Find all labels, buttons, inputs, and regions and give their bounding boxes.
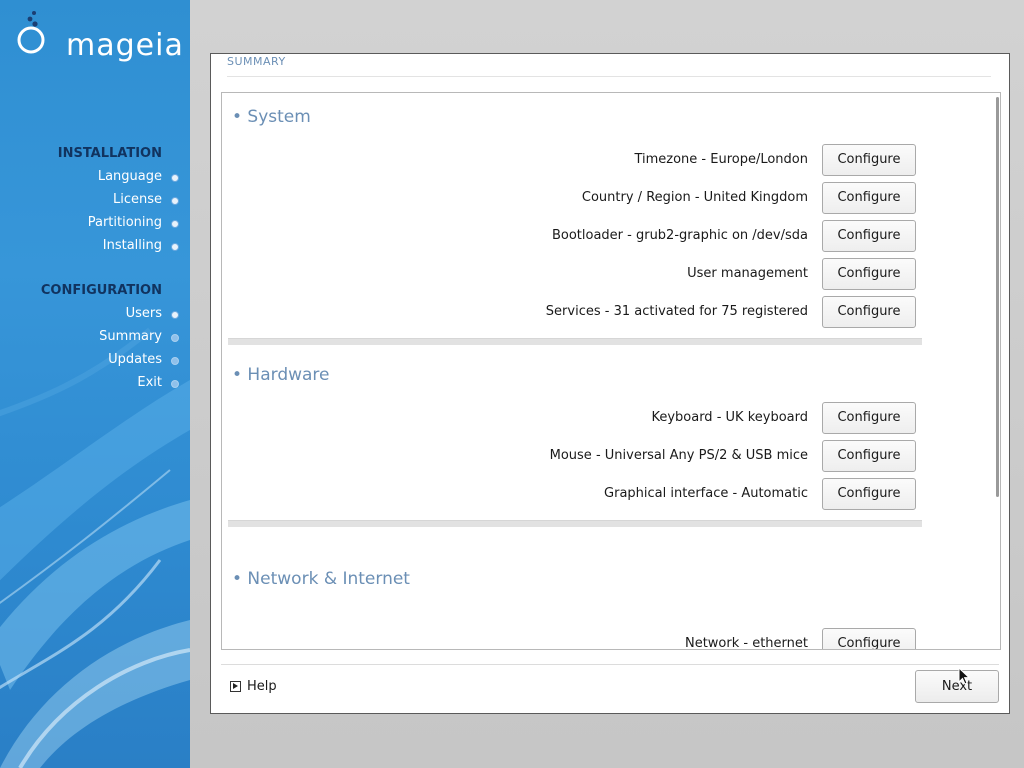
step-dot-icon [171, 197, 179, 205]
nav-item-users: Users [125, 306, 179, 321]
mouse-pointer-icon [958, 667, 971, 685]
configure-bootloader-button[interactable]: Configure [822, 220, 916, 252]
step-dot-icon [171, 380, 179, 388]
section-title-network: • Network & Internet [232, 569, 410, 589]
step-dot-icon [171, 220, 179, 228]
configure-mouse-button[interactable]: Configure [822, 440, 916, 472]
nav-item-label: License [112, 192, 162, 207]
nav-heading-installation: INSTALLATION [57, 146, 162, 161]
nav-item-label: Installing [102, 238, 162, 253]
nav-item-language: Language [97, 169, 179, 184]
nav-item-label: Updates [108, 352, 162, 367]
sidebar: mageia INSTALLATION Language License Par… [0, 0, 190, 768]
summary-label-bootloader: Bootloader - grub2-graphic on /dev/sda [551, 228, 808, 243]
nav-item-license: License [112, 192, 179, 207]
summary-label-graphical: Graphical interface - Automatic [604, 486, 808, 501]
nav-item-summary: Summary [99, 329, 179, 344]
vertical-scrollbar[interactable] [996, 97, 999, 497]
nav-item-label: Partitioning [87, 215, 162, 230]
summary-dialog: SUMMARY • System Timezone - Europe/Londo… [210, 53, 1010, 714]
nav-item-label: Exit [137, 375, 162, 390]
title-divider [227, 76, 991, 77]
summary-label-timezone: Timezone - Europe/London [634, 152, 808, 167]
help-label: Help [247, 679, 277, 694]
step-dot-icon [171, 334, 179, 342]
expander-arrow-icon [230, 681, 241, 692]
nav-heading-configuration: CONFIGURATION [40, 283, 162, 298]
summary-scroll-panel[interactable]: • System Timezone - Europe/London Config… [221, 92, 1001, 650]
section-separator [228, 338, 922, 345]
configure-keyboard-button[interactable]: Configure [822, 402, 916, 434]
summary-label-network: Network - ethernet [684, 636, 808, 650]
nav-item-partitioning: Partitioning [87, 215, 179, 230]
summary-label-services: Services - 31 activated for 75 registere… [545, 304, 808, 319]
nav-item-installing: Installing [102, 238, 179, 253]
step-dot-icon [171, 311, 179, 319]
configure-users-button[interactable]: Configure [822, 258, 916, 290]
configure-services-button[interactable]: Configure [822, 296, 916, 328]
logo-text: mageia [66, 28, 184, 63]
mageia-logo-icon [17, 11, 45, 54]
nav-item-label: Language [97, 169, 162, 184]
summary-label-user-management: User management [687, 266, 808, 281]
next-button[interactable]: Next [915, 670, 999, 703]
step-dot-icon [171, 357, 179, 365]
summary-label-keyboard: Keyboard - UK keyboard [651, 410, 808, 425]
section-separator [228, 520, 922, 527]
nav-item-label: Summary [99, 329, 162, 344]
section-title-hardware: • Hardware [232, 365, 330, 385]
configure-graphical-button[interactable]: Configure [822, 478, 916, 510]
mageia-logo: mageia [14, 8, 184, 64]
help-button[interactable]: Help [230, 679, 277, 694]
configure-country-button[interactable]: Configure [822, 182, 916, 214]
summary-label-mouse: Mouse - Universal Any PS/2 & USB mice [549, 448, 808, 463]
section-title-system: • System [232, 107, 311, 127]
summary-label-country: Country / Region - United Kingdom [581, 190, 808, 205]
nav-item-label: Users [125, 306, 162, 321]
step-dot-icon [171, 174, 179, 182]
step-dot-icon [171, 243, 179, 251]
configure-timezone-button[interactable]: Configure [822, 144, 916, 176]
configure-network-button[interactable]: Configure [822, 628, 916, 649]
nav-item-updates: Updates [108, 352, 179, 367]
dialog-title: SUMMARY [227, 55, 286, 68]
nav-item-exit: Exit [137, 375, 179, 390]
footer-divider [221, 664, 999, 665]
